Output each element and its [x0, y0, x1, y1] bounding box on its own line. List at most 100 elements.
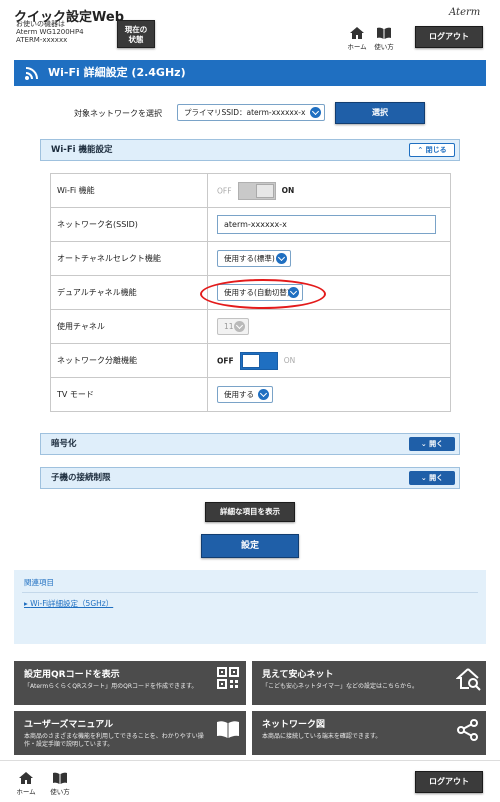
- status-label-1: 現在の: [124, 25, 148, 34]
- auto-channel-select[interactable]: 使用する(標準): [217, 250, 291, 267]
- ssid-input[interactable]: aterm-xxxxxx-x: [217, 215, 436, 234]
- qr-code-tile[interactable]: 設定用QRコードを表示 「AtermらくらくQRスタート」用のQRコードを作成で…: [14, 661, 246, 705]
- book-icon: [53, 772, 67, 784]
- auto-channel-value: 使用する(標準): [224, 254, 275, 263]
- select-button[interactable]: 選択: [335, 102, 425, 124]
- encryption-section-header[interactable]: 暗号化 ⌄ 開く: [40, 433, 460, 455]
- client-limit-section-header[interactable]: 子機の接続制限 ⌄ 開く: [40, 467, 460, 489]
- expand-label: 開く: [429, 474, 444, 482]
- tv-mode-value: 使用する: [224, 390, 254, 399]
- qr-code-icon: [217, 667, 239, 689]
- mieru-anshin-tile[interactable]: 見えて安心ネット 「こども安心ネットタイマー」などの設定はこちらから。: [252, 661, 486, 705]
- expand-button[interactable]: ⌄ 開く: [409, 437, 455, 451]
- tile-description: 「こども安心ネットタイマー」などの設定はこちらから。: [262, 683, 419, 690]
- brand-logo: Aterm: [449, 7, 481, 18]
- wifi-icon: [25, 67, 38, 80]
- target-network-label: 対象ネットワークを選択: [74, 109, 162, 118]
- chevron-up-icon: ⌃: [417, 146, 424, 154]
- expand-button[interactable]: ⌄ 開く: [409, 471, 455, 485]
- table-row: 使用チャネル 11: [50, 309, 451, 344]
- home-label: ホーム: [16, 788, 36, 796]
- users-manual-tile[interactable]: ユーザーズマニュアル 本商品のさまざまな機能を利用してできることを、わかりやすい…: [14, 711, 246, 755]
- home-icon: [19, 772, 33, 784]
- off-label: OFF: [217, 356, 234, 365]
- table-row: ネットワーク名(SSID) aterm-xxxxxx-x: [50, 207, 451, 242]
- tile-title: 見えて安心ネット: [262, 670, 334, 680]
- footer-help-nav[interactable]: 使い方: [49, 771, 71, 796]
- network-isolation-cell: OFF ON: [207, 343, 451, 378]
- chevron-down-icon: ⌄: [420, 440, 427, 448]
- chevron-down-icon: ⌄: [420, 474, 427, 482]
- ssid-cell: aterm-xxxxxx-x: [207, 207, 451, 242]
- wifi-function-label: Wi-Fi 機能: [50, 173, 208, 208]
- channel-label: 使用チャネル: [50, 309, 208, 344]
- book-icon: [377, 27, 391, 39]
- help-nav[interactable]: 使い方: [373, 26, 395, 51]
- tv-mode-cell: 使用する: [207, 377, 451, 412]
- home-search-icon: [456, 668, 481, 691]
- apply-button[interactable]: 設定: [201, 534, 299, 558]
- off-label: OFF: [217, 186, 232, 195]
- network-map-tile[interactable]: ネットワーク図 本商品に接続している端末を確認できます。: [252, 711, 486, 755]
- dual-channel-label: デュアルチャネル機能: [50, 275, 208, 310]
- table-row: TV モード 使用する: [50, 377, 451, 412]
- book-icon: [217, 721, 239, 738]
- on-label: ON: [281, 186, 295, 195]
- collapse-button[interactable]: ⌃ 閉じる: [409, 143, 455, 157]
- status-label-2: 状態: [128, 35, 144, 44]
- tile-title: ネットワーク図: [262, 720, 326, 730]
- network-isolation-toggle[interactable]: [240, 351, 279, 370]
- table-row: Wi-Fi 機能 OFF ON: [50, 173, 451, 208]
- tile-title: 設定用QRコードを表示: [24, 670, 120, 680]
- chevron-down-icon: [310, 107, 321, 118]
- logout-button[interactable]: ログアウト: [415, 26, 483, 48]
- chevron-down-icon: [276, 253, 287, 264]
- page-title-bar: Wi-Fi 詳細設定 (2.4GHz): [14, 60, 486, 86]
- device-info-label: お使いの機器は: [16, 20, 65, 28]
- encryption-section-title: 暗号化: [51, 439, 77, 449]
- help-label: 使い方: [374, 43, 394, 51]
- expand-label: 開く: [429, 440, 444, 448]
- show-details-button[interactable]: 詳細な項目を表示: [205, 502, 295, 522]
- related-items-title: 関連項目: [24, 578, 54, 587]
- target-network-select[interactable]: プライマリSSID：aterm-xxxxxx-x: [177, 104, 325, 121]
- related-link-label: Wi-Fi詳細設定（5GHz）: [30, 599, 114, 608]
- tv-mode-label: TV モード: [50, 377, 208, 412]
- target-network-value: プライマリSSID：aterm-xxxxxx-x: [184, 108, 306, 117]
- chevron-down-icon: [258, 389, 269, 400]
- toggle-knob: [242, 353, 261, 368]
- auto-channel-cell: 使用する(標準): [207, 241, 451, 276]
- wifi-function-cell: OFF ON: [207, 173, 451, 208]
- tile-description: 本商品に接続している端末を確認できます。: [262, 733, 382, 740]
- collapse-label: 閉じる: [425, 146, 447, 154]
- home-nav[interactable]: ホーム: [346, 26, 368, 51]
- footer: ホーム 使い方 ログアウト: [0, 760, 500, 802]
- network-isolation-label: ネットワーク分離機能: [50, 343, 208, 378]
- share-icon: [457, 719, 478, 741]
- tile-description: 本商品のさまざまな機能を利用してできることを、わかりやすい操作・設定手順で説明し…: [24, 733, 204, 748]
- header: クイック設定Web お使いの機器は Aterm WG1200HP4 ATERM-…: [0, 0, 500, 56]
- footer-home-nav[interactable]: ホーム: [15, 771, 37, 796]
- help-label: 使い方: [50, 788, 70, 796]
- channel-select[interactable]: 11: [217, 318, 249, 335]
- auto-channel-label: オートチャネルセレクト機能: [50, 241, 208, 276]
- current-status-button[interactable]: 現在の 状態: [117, 20, 155, 48]
- wifi-function-toggle[interactable]: [238, 181, 277, 200]
- wifi-settings-section-title: Wi-Fi 機能設定: [51, 145, 113, 155]
- wifi-settings-section-header: Wi-Fi 機能設定 ⌃ 閉じる: [40, 139, 460, 161]
- footer-logout-button[interactable]: ログアウト: [415, 771, 483, 793]
- tile-description: 「AtermらくらくQRスタート」用のQRコードを作成できます。: [24, 683, 198, 690]
- tile-title: ユーザーズマニュアル: [24, 720, 114, 730]
- home-label: ホーム: [347, 43, 367, 51]
- divider: [22, 592, 478, 593]
- table-row: オートチャネルセレクト機能 使用する(標準): [50, 241, 451, 276]
- related-items-box: 関連項目 ▸ Wi-Fi詳細設定（5GHz）: [14, 571, 486, 637]
- page-title: Wi-Fi 詳細設定 (2.4GHz): [48, 66, 186, 79]
- home-icon: [350, 27, 364, 39]
- on-label: ON: [283, 356, 296, 365]
- table-row: ネットワーク分離機能 OFF ON: [50, 343, 451, 378]
- tv-mode-select[interactable]: 使用する: [217, 386, 273, 403]
- highlight-ellipse: [200, 279, 326, 309]
- related-link-wifi-5ghz[interactable]: ▸ Wi-Fi詳細設定（5GHz）: [24, 598, 113, 609]
- channel-value: 11: [224, 322, 234, 331]
